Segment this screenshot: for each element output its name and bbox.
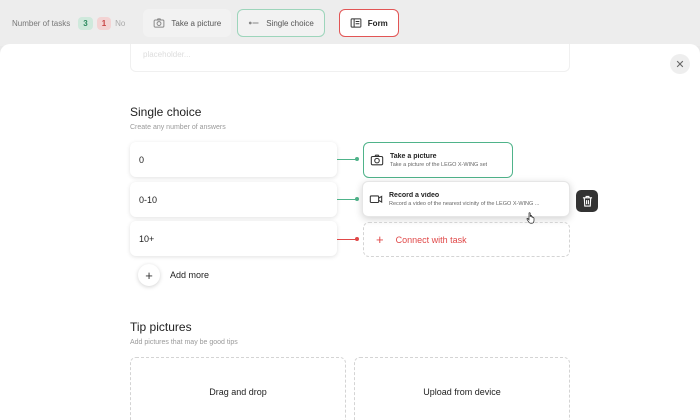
task-card-record-video[interactable]: Record a video Record a video of the nea… [362,181,570,217]
task-title: Take a picture [390,152,437,160]
close-button[interactable]: ✕ [670,54,690,74]
single-choice-subtitle: Create any number of answers [130,124,226,131]
upload-from-device-button[interactable]: Upload from device [354,357,570,420]
add-more-label: Add more [170,270,210,280]
faded-text-field[interactable]: placeholder... [130,44,570,72]
connect-with-task-button[interactable]: + Connect with task [363,222,570,257]
chip-take-picture[interactable]: Take a picture [143,9,232,37]
drag-and-drop-zone[interactable]: Drag and drop [130,357,346,420]
answer-field[interactable]: 0 [130,142,337,177]
answer-field[interactable]: 0-10 [130,182,337,217]
close-icon: ✕ [675,58,685,71]
task-card-take-picture[interactable]: Take a picture Take a picture of the LEG… [363,142,513,178]
chip-form[interactable]: Form [338,9,399,37]
connector-line [337,239,357,240]
connector-dot[interactable] [355,197,359,201]
add-more-button[interactable]: + Add more [138,264,209,286]
video-icon [369,195,383,204]
camera-icon [370,154,384,166]
camera-icon [154,18,165,28]
tasks-count-label: Number of tasks [12,18,71,28]
tip-pictures-title: Tip pictures [130,320,192,334]
task-description: Take a picture of the LEGO X-WING set [390,161,488,168]
no-count-label: No [115,18,126,28]
task-title: Record a video [389,191,440,199]
connector-line [337,159,357,160]
delete-button[interactable] [576,190,598,212]
yes-count-badge: 3 [78,16,93,30]
chip-label: Single choice [266,18,314,28]
answer-text: 0 [139,154,145,165]
answer-field[interactable]: 10+ [130,221,337,256]
tip-pictures-subtitle: Add pictures that may be good tips [130,339,238,346]
connect-with-task-label: Connect with task [395,234,467,245]
connector-line [337,199,357,200]
chip-label: Take a picture [171,18,222,28]
chip-single-choice[interactable]: Single choice [237,9,325,37]
plus-icon: + [376,232,384,247]
task-counter: Number of tasks 3 1 No [6,10,131,36]
no-count-badge: 1 [96,16,112,30]
chip-label: Form [367,18,388,28]
form-editor-panel: placeholder... ✕ Single choice Create an… [0,44,700,420]
single-choice-title: Single choice [130,105,202,119]
top-toolbar: Number of tasks 3 1 No Take a picture Si… [0,0,700,46]
connector-dot[interactable] [355,237,359,241]
connector-dot[interactable] [355,157,359,161]
upload-label: Upload from device [423,387,501,397]
trash-icon [582,195,592,207]
answer-text: 0-10 [139,194,158,205]
single-choice-icon [249,21,259,25]
plus-icon: + [138,264,160,286]
answer-text: 10+ [139,233,155,244]
form-icon [350,18,362,28]
task-description: Record a video of the nearest vicinity o… [389,200,540,207]
drag-and-drop-label: Drag and drop [209,387,267,397]
